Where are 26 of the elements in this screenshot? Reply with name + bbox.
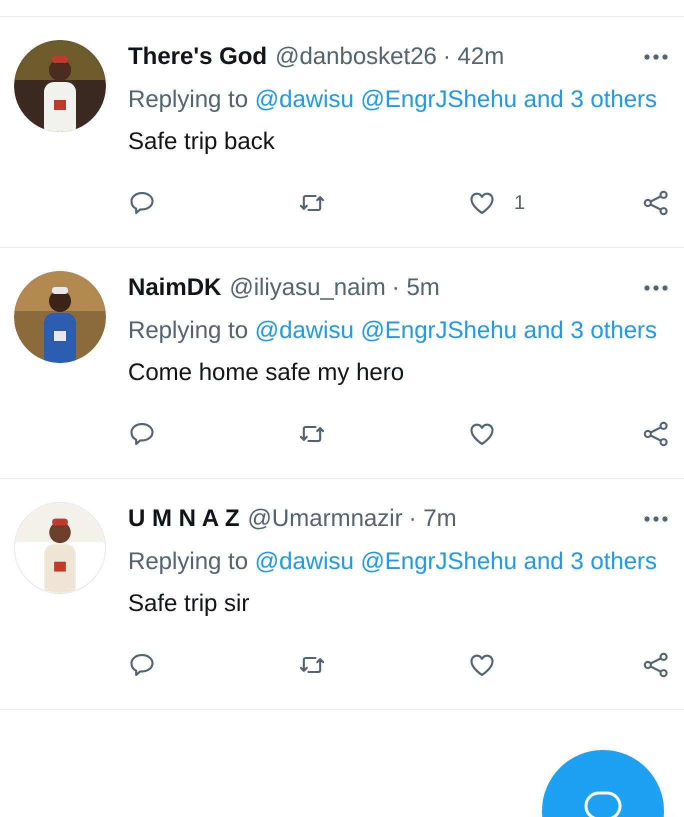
tweet-text: Come home safe my hero bbox=[128, 358, 406, 388]
more-icon[interactable] bbox=[642, 514, 670, 524]
share-icon[interactable] bbox=[642, 420, 670, 448]
user-handle: @danbosket26 bbox=[275, 42, 437, 72]
user-name[interactable]: There's God bbox=[128, 39, 268, 75]
reply-context: Replying to @dawisu @EngrJShehu and 3 others bbox=[128, 547, 658, 577]
reply-icon[interactable] bbox=[128, 189, 156, 217]
like-count: 1 bbox=[514, 191, 526, 216]
user-name[interactable]: NaimDK bbox=[128, 270, 222, 306]
tweet-text: Safe trip back bbox=[128, 127, 276, 157]
timestamp: · 42m bbox=[442, 42, 504, 72]
share-icon[interactable] bbox=[642, 651, 670, 679]
share-icon[interactable] bbox=[642, 189, 670, 217]
reply-context: Replying to @dawisu @EngrJShehu and 3 others bbox=[128, 85, 658, 115]
tweet-text: Safe trip sir bbox=[128, 589, 250, 619]
reply-icon[interactable] bbox=[128, 420, 156, 448]
more-icon[interactable] bbox=[642, 52, 670, 62]
more-icon[interactable] bbox=[642, 283, 670, 293]
user-handle: @Umarmnazir bbox=[248, 504, 403, 534]
user-name[interactable]: U M N A Z bbox=[128, 501, 240, 537]
reply-context: Replying to @dawisu @EngrJShehu and 3 others bbox=[128, 316, 658, 346]
reply-icon[interactable] bbox=[128, 651, 156, 679]
compose-icon bbox=[583, 790, 623, 817]
timestamp: · 7m bbox=[408, 504, 457, 534]
user-handle: @iliyasu_naim bbox=[229, 273, 386, 303]
timestamp: · 5m bbox=[392, 273, 440, 303]
